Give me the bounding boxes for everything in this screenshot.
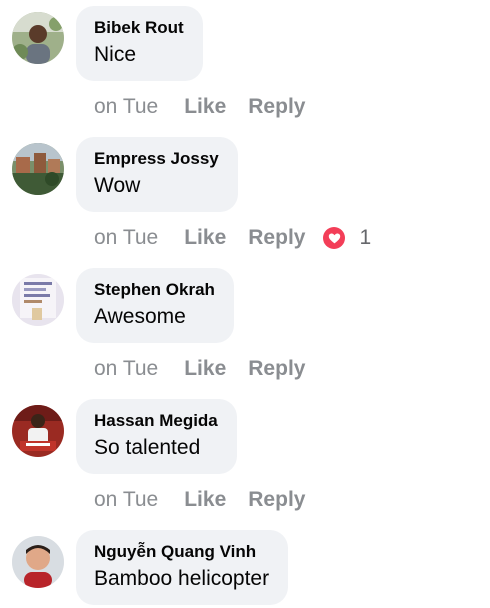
reaction-summary[interactable]: 1	[323, 226, 371, 250]
comment-author[interactable]: Hassan Megida	[94, 410, 218, 431]
comment-actions: on Tue Like Reply	[94, 486, 327, 514]
avatar[interactable]	[12, 536, 64, 588]
comment-bubble: Bibek Rout Nice	[76, 6, 203, 81]
avatar[interactable]	[12, 405, 64, 457]
comment-timestamp[interactable]: on Tue	[94, 488, 158, 512]
like-button[interactable]: Like	[184, 488, 226, 512]
avatar[interactable]	[12, 12, 64, 64]
comment-text: Wow	[94, 174, 141, 197]
comment-author[interactable]: Stephen Okrah	[94, 279, 215, 300]
avatar[interactable]	[12, 143, 64, 195]
comment-actions: on Tue Like Reply	[94, 93, 327, 121]
heart-icon	[323, 227, 346, 249]
comment-item: Bibek Rout Nice on Tue Like Reply	[0, 6, 490, 137]
comment-author[interactable]: Nguyễn Quang Vinh	[94, 541, 269, 562]
comment-text: Nice	[94, 43, 137, 66]
comment-actions: on Tue Like Reply 1	[94, 224, 371, 252]
comment-author[interactable]: Empress Jossy	[94, 148, 219, 169]
like-button[interactable]: Like	[184, 226, 226, 250]
reply-button[interactable]: Reply	[248, 95, 305, 119]
comment-actions: on Tue Like Reply	[94, 355, 327, 383]
like-button[interactable]: Like	[184, 357, 226, 381]
comment-text: So talented	[94, 436, 201, 459]
like-button[interactable]: Like	[184, 95, 226, 119]
reply-button[interactable]: Reply	[248, 488, 305, 512]
comment-item: Hassan Megida So talented on Tue Like Re…	[0, 399, 490, 530]
comment-item: Stephen Okrah Awesome on Tue Like Reply	[0, 268, 490, 399]
reply-button[interactable]: Reply	[248, 357, 305, 381]
comment-timestamp[interactable]: on Tue	[94, 226, 158, 250]
comment-item: Empress Jossy Wow on Tue Like Reply 1	[0, 137, 490, 268]
comment-bubble: Nguyễn Quang Vinh Bamboo helicopter	[76, 530, 289, 605]
avatar[interactable]	[12, 274, 64, 326]
comment-item: Nguyễn Quang Vinh Bamboo helicopter	[0, 530, 490, 608]
comment-timestamp[interactable]: on Tue	[94, 357, 158, 381]
comment-timestamp[interactable]: on Tue	[94, 95, 158, 119]
comment-text: Bamboo helicopter	[94, 567, 270, 590]
comment-bubble: Empress Jossy Wow	[76, 137, 238, 212]
comment-text: Awesome	[94, 305, 186, 328]
reaction-count: 1	[359, 226, 372, 249]
comment-bubble: Hassan Megida So talented	[76, 399, 237, 474]
reply-button[interactable]: Reply	[248, 226, 305, 250]
comment-bubble: Stephen Okrah Awesome	[76, 268, 234, 343]
comment-author[interactable]: Bibek Rout	[94, 17, 184, 38]
